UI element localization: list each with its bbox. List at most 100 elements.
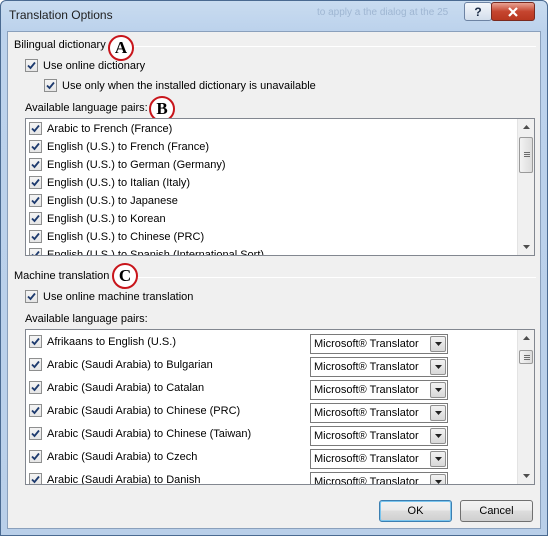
use-online-machine-translation-checkbox[interactable] bbox=[25, 290, 38, 303]
machine-pair-checkbox[interactable] bbox=[29, 381, 42, 394]
dictionary-pair-row[interactable]: English (U.S.) to German (Germany) bbox=[26, 156, 534, 174]
provider-dropdown[interactable]: Microsoft® Translator bbox=[310, 380, 448, 400]
scroll-down-button[interactable] bbox=[518, 239, 534, 255]
dropdown-button[interactable] bbox=[430, 359, 446, 375]
ok-button[interactable]: OK bbox=[379, 500, 452, 522]
question-mark-icon: ? bbox=[474, 4, 482, 19]
dictionary-pair-label: English (U.S.) to Italian (Italy) bbox=[47, 177, 191, 189]
machine-pairs-scrollbar[interactable] bbox=[517, 330, 534, 484]
checkmark-icon bbox=[31, 250, 40, 255]
dictionary-pair-checkbox[interactable] bbox=[29, 212, 42, 225]
callout-c-letter: C bbox=[118, 266, 132, 285]
dictionary-pair-row[interactable]: English (U.S.) to Korean bbox=[26, 210, 534, 228]
scroll-thumb[interactable] bbox=[519, 350, 533, 364]
callout-a: A bbox=[108, 35, 134, 61]
dropdown-button[interactable] bbox=[430, 336, 446, 352]
checkmark-icon bbox=[31, 214, 40, 223]
machine-pair-checkbox[interactable] bbox=[29, 335, 42, 348]
provider-dropdown[interactable]: Microsoft® Translator bbox=[310, 449, 448, 469]
dictionary-pairs-list[interactable]: Arabic to French (France) English (U.S.) … bbox=[25, 118, 535, 256]
dictionary-pair-label: English (U.S.) to French (France) bbox=[47, 141, 209, 153]
checkmark-icon bbox=[31, 124, 40, 133]
callout-a-letter: A bbox=[114, 38, 128, 57]
provider-value: Microsoft® Translator bbox=[314, 407, 419, 419]
dictionary-pair-label: English (U.S.) to Korean bbox=[47, 213, 166, 225]
dictionary-pair-checkbox[interactable] bbox=[29, 140, 42, 153]
dictionary-pair-row[interactable]: Arabic to French (France) bbox=[26, 120, 534, 138]
provider-dropdown[interactable]: Microsoft® Translator bbox=[310, 334, 448, 354]
chevron-up-icon bbox=[522, 125, 530, 129]
dictionary-pair-row[interactable]: English (U.S.) to Italian (Italy) bbox=[26, 174, 534, 192]
checkmark-icon bbox=[31, 232, 40, 241]
machine-pair-row[interactable]: Afrikaans to English (U.S.) Microsoft® Tr… bbox=[26, 331, 534, 354]
dictionary-pairs-scrollbar[interactable] bbox=[517, 119, 534, 255]
dropdown-button[interactable] bbox=[430, 474, 446, 484]
chevron-down-icon bbox=[434, 480, 442, 484]
machine-pair-label: Arabic (Saudi Arabia) to Catalan bbox=[47, 382, 205, 394]
checkmark-icon bbox=[31, 360, 40, 369]
dictionary-pair-checkbox[interactable] bbox=[29, 230, 42, 243]
provider-dropdown[interactable]: Microsoft® Translator bbox=[310, 472, 448, 484]
dictionary-pair-row[interactable]: English (U.S.) to French (France) bbox=[26, 138, 534, 156]
provider-dropdown[interactable]: Microsoft® Translator bbox=[310, 403, 448, 423]
background-window-title: to apply a the dialog at the 25 bbox=[317, 7, 449, 18]
dictionary-pair-label: English (U.S.) to German (Germany) bbox=[47, 159, 226, 171]
dictionary-pair-checkbox[interactable] bbox=[29, 194, 42, 207]
machine-pair-row[interactable]: Arabic (Saudi Arabia) to Danish Microsoft… bbox=[26, 469, 534, 485]
machine-pair-checkbox[interactable] bbox=[29, 427, 42, 440]
machine-pair-label: Arabic (Saudi Arabia) to Chinese (PRC) bbox=[47, 405, 241, 417]
use-only-when-unavailable-checkbox[interactable] bbox=[44, 79, 57, 92]
machine-pair-label: Arabic (Saudi Arabia) to Danish bbox=[47, 474, 201, 485]
chevron-down-icon bbox=[434, 365, 442, 369]
use-online-dictionary-checkbox[interactable] bbox=[25, 59, 38, 72]
checkmark-icon bbox=[31, 196, 40, 205]
machine-pair-label: Arabic (Saudi Arabia) to Chinese (Taiwan… bbox=[47, 428, 252, 440]
translation-options-dialog: Translation Options to apply a the dialo… bbox=[0, 0, 548, 536]
provider-dropdown[interactable]: Microsoft® Translator bbox=[310, 357, 448, 377]
checkmark-icon bbox=[31, 383, 40, 392]
dictionary-pair-row[interactable]: English (U.S.) to Spanish (International… bbox=[26, 246, 534, 256]
dictionary-pair-row[interactable]: English (U.S.) to Japanese bbox=[26, 192, 534, 210]
scroll-down-button[interactable] bbox=[518, 468, 534, 484]
dictionary-pair-checkbox[interactable] bbox=[29, 122, 42, 135]
machine-separator bbox=[114, 277, 536, 278]
machine-pair-row[interactable]: Arabic (Saudi Arabia) to Catalan Microsof… bbox=[26, 377, 534, 400]
dropdown-button[interactable] bbox=[430, 382, 446, 398]
provider-dropdown[interactable]: Microsoft® Translator bbox=[310, 426, 448, 446]
scroll-up-button[interactable] bbox=[518, 330, 534, 346]
chevron-down-icon bbox=[522, 474, 530, 478]
machine-pair-checkbox[interactable] bbox=[29, 404, 42, 417]
provider-value: Microsoft® Translator bbox=[314, 361, 419, 373]
machine-pairs-list[interactable]: Afrikaans to English (U.S.) Microsoft® Tr… bbox=[25, 329, 535, 485]
dictionary-pair-checkbox[interactable] bbox=[29, 248, 42, 255]
scroll-thumb[interactable] bbox=[519, 137, 533, 173]
dictionary-pair-label: English (U.S.) to Spanish (International… bbox=[47, 249, 265, 256]
scroll-up-button[interactable] bbox=[518, 119, 534, 135]
provider-value: Microsoft® Translator bbox=[314, 384, 419, 396]
machine-pair-row[interactable]: Arabic (Saudi Arabia) to Chinese (Taiwan… bbox=[26, 423, 534, 446]
title-bar[interactable]: Translation Options to apply a the dialo… bbox=[1, 1, 547, 31]
use-only-when-unavailable-label: Use only when the installed dictionary i… bbox=[62, 80, 316, 92]
close-icon bbox=[508, 6, 518, 17]
dictionary-pair-row[interactable]: English (U.S.) to Chinese (PRC) bbox=[26, 228, 534, 246]
machine-pair-row[interactable]: Arabic (Saudi Arabia) to Czech Microsoft®… bbox=[26, 446, 534, 469]
dictionary-pair-label: English (U.S.) to Chinese (PRC) bbox=[47, 231, 205, 243]
machine-pair-checkbox[interactable] bbox=[29, 473, 42, 484]
help-button[interactable]: ? bbox=[464, 2, 492, 21]
checkmark-icon bbox=[31, 337, 40, 346]
machine-pair-row[interactable]: Arabic (Saudi Arabia) to Chinese (PRC) Mi… bbox=[26, 400, 534, 423]
callout-c: C bbox=[112, 263, 138, 289]
dropdown-button[interactable] bbox=[430, 405, 446, 421]
dictionary-pair-checkbox[interactable] bbox=[29, 176, 42, 189]
dropdown-button[interactable] bbox=[430, 428, 446, 444]
machine-pair-row[interactable]: Arabic (Saudi Arabia) to Bulgarian Micros… bbox=[26, 354, 534, 377]
dropdown-button[interactable] bbox=[430, 451, 446, 467]
use-online-dictionary-label: Use online dictionary bbox=[43, 60, 146, 72]
callout-b-letter: B bbox=[156, 99, 168, 118]
machine-pair-checkbox[interactable] bbox=[29, 358, 42, 371]
dictionary-pair-checkbox[interactable] bbox=[29, 158, 42, 171]
machine-pair-checkbox[interactable] bbox=[29, 450, 42, 463]
close-button[interactable] bbox=[491, 2, 535, 21]
cancel-button[interactable]: Cancel bbox=[460, 500, 533, 522]
checkmark-icon bbox=[31, 452, 40, 461]
